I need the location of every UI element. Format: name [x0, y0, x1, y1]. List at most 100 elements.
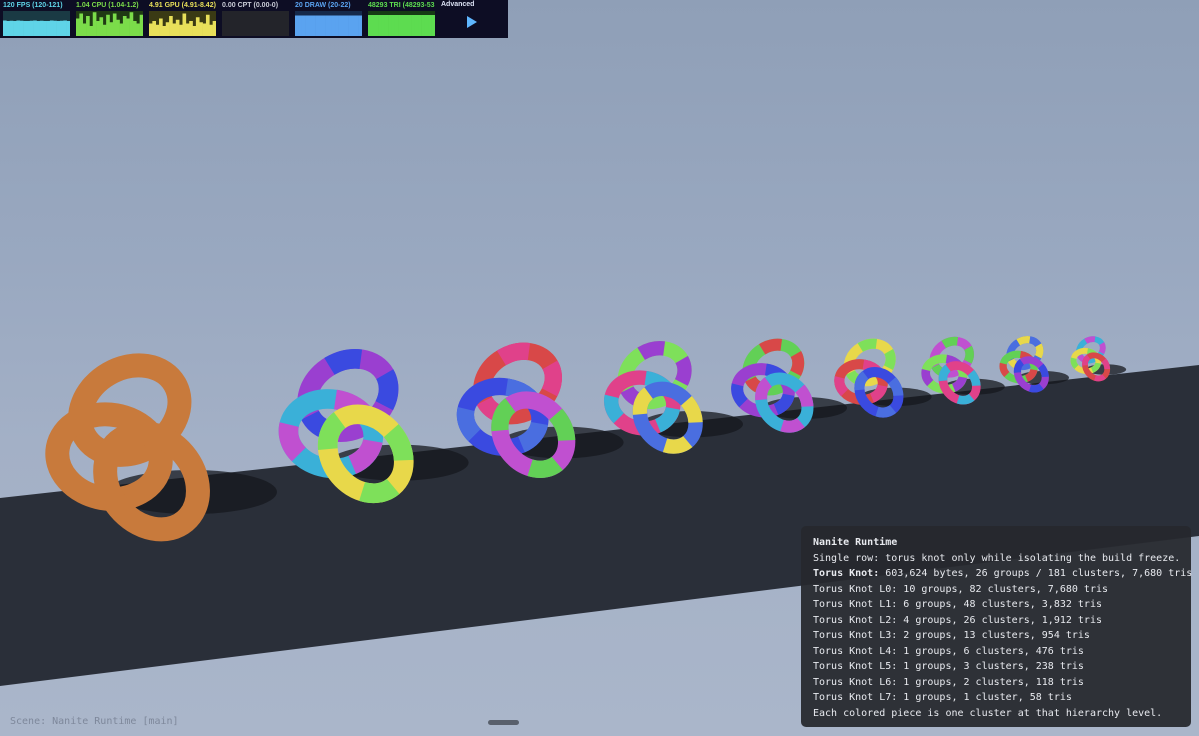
graph-bar [139, 14, 143, 36]
info-line: Torus Knot L7: 1 groups, 1 cluster, 58 t… [813, 692, 1072, 703]
info-line: Torus Knot L0: 10 groups, 82 clusters, 7… [813, 583, 1109, 595]
graph-bar [328, 15, 333, 36]
graph-bar [428, 15, 432, 36]
graph-bar [36, 21, 41, 36]
drag-handle[interactable] [488, 720, 519, 725]
graph-bar [205, 14, 210, 36]
gpu-graph [149, 11, 216, 36]
graph-bar [355, 15, 359, 36]
graph-bar [116, 19, 120, 36]
graph-bar [212, 21, 216, 36]
graph-bar [162, 26, 167, 36]
graph-bar [23, 21, 27, 36]
graph-bar [374, 15, 379, 36]
info-summary-label: Torus Knot: [813, 568, 880, 579]
graph-bar [341, 15, 346, 36]
graph-bar [126, 18, 130, 36]
cpu-panel[interactable]: 1.04 CPU (1.04-1.2) [73, 0, 146, 38]
graph-bar [335, 15, 339, 36]
performance-stats-bar: 120 FPS (120-121) 1.04 CPU (1.04-1.2) 4.… [0, 0, 508, 38]
graph-bar [331, 15, 336, 36]
graph-bar [381, 15, 386, 36]
graph-bar [348, 15, 353, 36]
info-line: Torus Knot L3: 2 groups, 13 clusters, 95… [813, 630, 1090, 641]
graph-bar [6, 21, 10, 36]
graph-bar [82, 23, 87, 36]
graph-bar [421, 15, 426, 36]
graph-bar [424, 15, 429, 36]
graph-bar [149, 23, 153, 36]
draw-label: 20 DRAW (20-22) [295, 2, 351, 9]
cpu-label: 1.04 CPU (1.04-1.2) [76, 2, 139, 9]
info-line: Torus Knot L4: 1 groups, 6 clusters, 476… [813, 645, 1084, 657]
info-summary: Torus Knot: 603,624 bytes, 26 groups / 1… [813, 566, 1192, 582]
fps-label: 120 FPS (120-121) [3, 2, 63, 9]
graph-bar [391, 15, 396, 36]
graph-bar [76, 18, 80, 36]
graph-bar [394, 15, 399, 36]
info-line: Torus Knot L6: 1 groups, 2 clusters, 118… [813, 676, 1084, 688]
graph-bar [321, 15, 326, 36]
graph-bar [414, 15, 419, 36]
graph-bar [378, 15, 382, 36]
graph-bar [99, 17, 104, 36]
graph-bar [122, 16, 127, 36]
graph-bar [159, 18, 163, 36]
graph-bar [43, 21, 47, 36]
gpu-label: 4.91 GPU (4.91-8.42) [149, 2, 216, 9]
graph-bar [401, 15, 406, 36]
advanced-label: Advanced [441, 1, 475, 8]
graph-bar [404, 15, 409, 36]
graph-bar [189, 21, 193, 36]
graph-bar [325, 15, 329, 36]
graph-bar [295, 15, 299, 36]
graph-bar [26, 21, 31, 36]
graph-bar [13, 21, 17, 36]
graph-bar [172, 23, 177, 36]
draw-panel[interactable]: 20 DRAW (20-22) [292, 0, 365, 38]
gpu-panel[interactable]: 4.91 GPU (4.91-8.42) [146, 0, 219, 38]
graph-bar [79, 13, 83, 36]
play-icon[interactable] [467, 16, 477, 28]
graph-bar [384, 15, 389, 36]
graph-bar [66, 21, 70, 36]
cpt-panel[interactable]: 0.00 CPT (0.00-0) [219, 0, 292, 38]
graph-bar [182, 13, 187, 36]
scene-status: Scene: Nanite Runtime [main] [10, 716, 179, 727]
info-line: Each colored piece is one cluster at tha… [813, 707, 1163, 719]
info-line: Torus Knot L5: 1 groups, 3 clusters, 238… [813, 661, 1084, 672]
info-line: Torus Knot L1: 6 groups, 48 clusters, 3,… [813, 599, 1102, 610]
graph-bar [102, 24, 107, 36]
tri-label: 48293 TRI (48293-53 [368, 2, 435, 9]
graph-bar [408, 15, 412, 36]
graph-bar [368, 15, 372, 36]
cpu-graph [76, 11, 143, 36]
graph-bar [165, 22, 170, 36]
advanced-toggle[interactable]: Advanced [438, 0, 508, 38]
tri-panel[interactable]: 48293 TRI (48293-53 [365, 0, 438, 38]
graph-bar [398, 15, 402, 36]
fps-panel[interactable]: 120 FPS (120-121) [0, 0, 73, 38]
graph-bar [311, 15, 316, 36]
graph-bar [175, 19, 180, 36]
graph-bar [86, 16, 90, 36]
graph-bar [152, 21, 156, 36]
graph-bar [53, 20, 57, 36]
graph-bar [39, 20, 44, 36]
nanite-info-panel: Nanite Runtime Single row: torus knot on… [801, 526, 1192, 727]
graph-bar [19, 20, 24, 36]
graph-bar [431, 15, 435, 36]
graph-bar [96, 21, 100, 36]
graph-bar [136, 23, 140, 36]
graph-bar [202, 23, 207, 36]
graph-bar [388, 15, 392, 36]
graph-bar [56, 21, 61, 36]
graph-bar [192, 26, 197, 36]
graph-bar [308, 15, 313, 36]
graph-bar [371, 15, 375, 36]
graph-bar [33, 20, 37, 36]
graph-bar [418, 15, 422, 36]
info-summary-value: 603,624 bytes, 26 groups / 181 clusters,… [879, 568, 1193, 579]
graph-bar [106, 14, 110, 36]
graph-bar [16, 20, 21, 36]
